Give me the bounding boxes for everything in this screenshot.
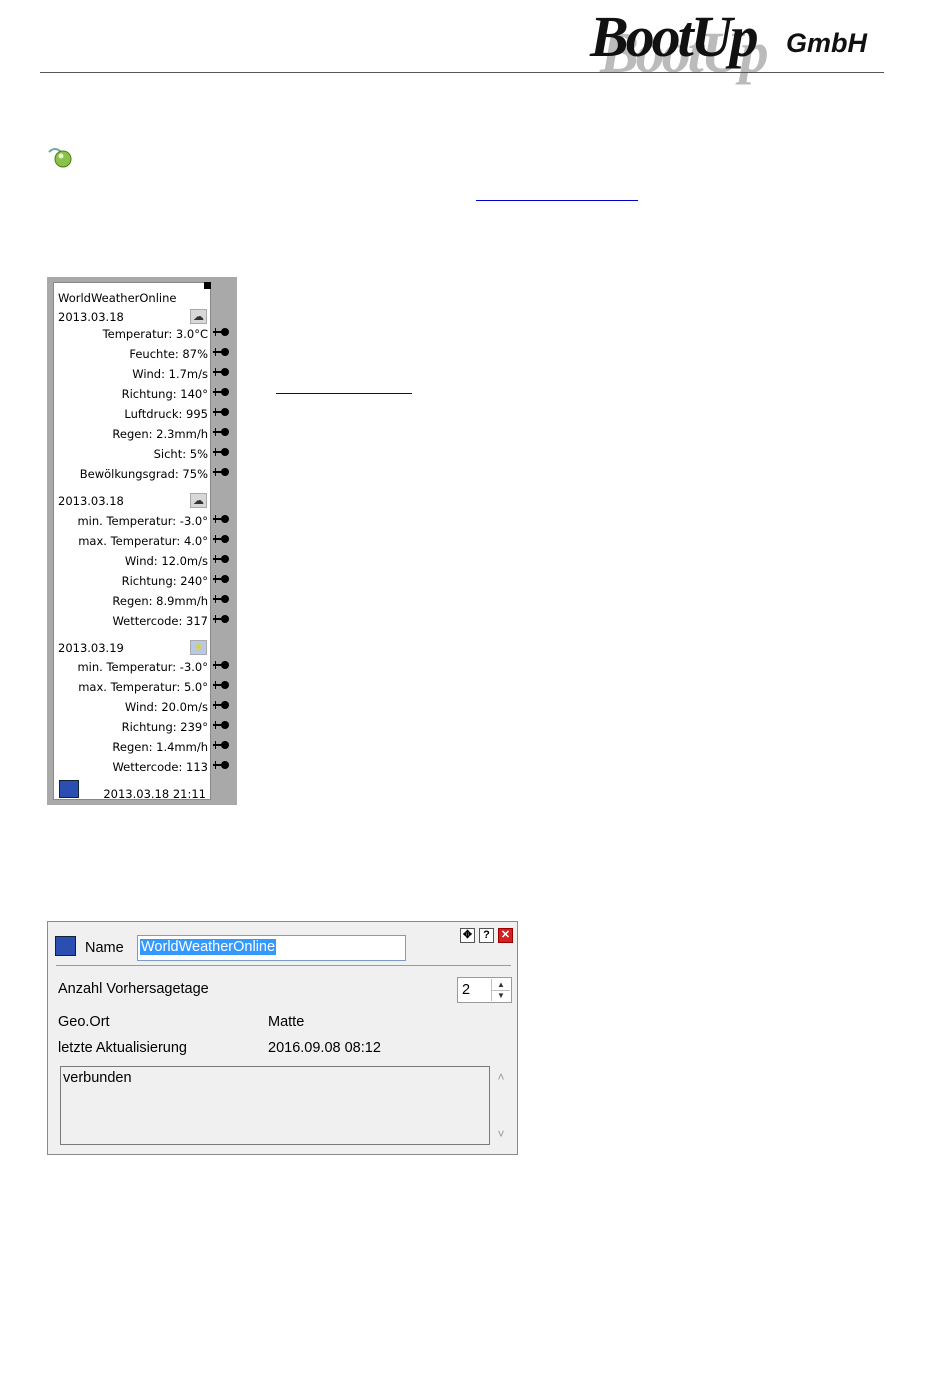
name-label: Name xyxy=(85,940,124,956)
output-pin[interactable] xyxy=(213,515,229,523)
block-body: WorldWeatherOnline 2013.03.18 ☁ Temperat… xyxy=(53,282,211,801)
sun-icon: ☀ xyxy=(190,640,207,655)
output-label: Richtung: 239° xyxy=(121,720,208,734)
output-label: Wind: 12.0m/s xyxy=(124,554,208,568)
output-pin[interactable] xyxy=(213,448,229,456)
output-pin[interactable] xyxy=(213,408,229,416)
output-label: Sicht: 5% xyxy=(153,447,208,461)
close-button[interactable]: ✕ xyxy=(498,928,513,943)
header-divider xyxy=(40,72,884,73)
forecast2-date: 2013.03.19 xyxy=(58,641,124,655)
output-label: min. Temperatur: -3.0° xyxy=(77,514,208,528)
logo-text: BootUp xyxy=(590,4,759,69)
geo-value: Matte xyxy=(268,1014,305,1030)
output-label: Regen: 2.3mm/h xyxy=(112,427,208,441)
hyperlink[interactable] xyxy=(276,393,412,394)
last-update-value: 2016.09.08 08:12 xyxy=(268,1040,381,1056)
cloud-icon: ☁ xyxy=(190,309,207,324)
weather-block-icon xyxy=(59,780,79,798)
name-input[interactable]: WorldWeatherOnline xyxy=(137,935,406,961)
output-pin[interactable] xyxy=(213,761,229,769)
forecast-days-value: 2 xyxy=(462,982,471,998)
output-label: Wettercode: 317 xyxy=(112,614,208,628)
output-label: Feuchte: 87% xyxy=(129,347,208,361)
output-label: Richtung: 140° xyxy=(121,387,208,401)
output-label: max. Temperatur: 4.0° xyxy=(78,534,208,548)
today-date: 2013.03.18 xyxy=(58,310,124,324)
forecast1-date: 2013.03.18 xyxy=(58,494,124,508)
status-textarea[interactable]: verbunden xyxy=(60,1066,490,1145)
block-title: WorldWeatherOnline xyxy=(58,291,177,305)
output-pin[interactable] xyxy=(213,328,229,336)
output-pin[interactable] xyxy=(213,741,229,749)
output-pin[interactable] xyxy=(213,681,229,689)
output-pin[interactable] xyxy=(213,388,229,396)
dialog-divider xyxy=(56,965,511,966)
name-value: WorldWeatherOnline xyxy=(140,939,277,955)
apple-icon xyxy=(48,148,72,168)
output-pin[interactable] xyxy=(213,535,229,543)
output-pin[interactable] xyxy=(213,348,229,356)
forecast-days-stepper[interactable]: 2 ▲ ▼ xyxy=(457,977,512,1003)
scroll-down-icon[interactable]: ˅ xyxy=(495,1128,507,1140)
output-label: Wind: 20.0m/s xyxy=(124,700,208,714)
weather-function-block[interactable]: WorldWeatherOnline 2013.03.18 ☁ Temperat… xyxy=(47,277,237,805)
output-pin[interactable] xyxy=(213,721,229,729)
block-corner-marker xyxy=(204,282,211,289)
output-pin[interactable] xyxy=(213,615,229,623)
output-pin[interactable] xyxy=(213,701,229,709)
cloud-icon: ☁ xyxy=(190,493,207,508)
block-timestamp: 2013.03.18 21:11 xyxy=(103,787,206,801)
output-pin[interactable] xyxy=(213,661,229,669)
stepper-down-icon[interactable]: ▼ xyxy=(492,990,510,1001)
output-label: Regen: 1.4mm/h xyxy=(112,740,208,754)
output-pin[interactable] xyxy=(213,555,229,563)
output-label: min. Temperatur: -3.0° xyxy=(77,660,208,674)
output-label: Temperatur: 3.0°C xyxy=(102,327,208,341)
output-label: Richtung: 240° xyxy=(121,574,208,588)
output-label: max. Temperatur: 5.0° xyxy=(78,680,208,694)
output-pin[interactable] xyxy=(213,468,229,476)
company-logo: BootUp BootUp GmbH xyxy=(590,4,890,82)
geo-label: Geo.Ort xyxy=(58,1014,110,1030)
stepper-buttons: ▲ ▼ xyxy=(491,979,510,1001)
output-label: Regen: 8.9mm/h xyxy=(112,594,208,608)
properties-dialog: Name WorldWeatherOnline ✥ ? ✕ Anzahl Vor… xyxy=(47,921,518,1155)
logo-suffix: GmbH xyxy=(786,28,867,58)
output-pin[interactable] xyxy=(213,428,229,436)
output-pin[interactable] xyxy=(213,595,229,603)
weather-block-icon xyxy=(55,936,76,956)
output-label: Wind: 1.7m/s xyxy=(132,367,208,381)
move-icon[interactable]: ✥ xyxy=(460,928,475,943)
last-update-label: letzte Aktualisierung xyxy=(58,1040,187,1056)
output-label: Wettercode: 113 xyxy=(112,760,208,774)
hyperlink[interactable] xyxy=(476,200,638,201)
help-button[interactable]: ? xyxy=(479,928,494,943)
scroll-up-icon[interactable]: ˄ xyxy=(495,1071,507,1083)
output-pin[interactable] xyxy=(213,575,229,583)
output-label: Bewölkungsgrad: 75% xyxy=(79,467,208,481)
output-pin[interactable] xyxy=(213,368,229,376)
forecast-days-label: Anzahl Vorhersagetage xyxy=(58,981,209,997)
output-label: Luftdruck: 995 xyxy=(124,407,208,421)
status-text: verbunden xyxy=(63,1070,132,1086)
